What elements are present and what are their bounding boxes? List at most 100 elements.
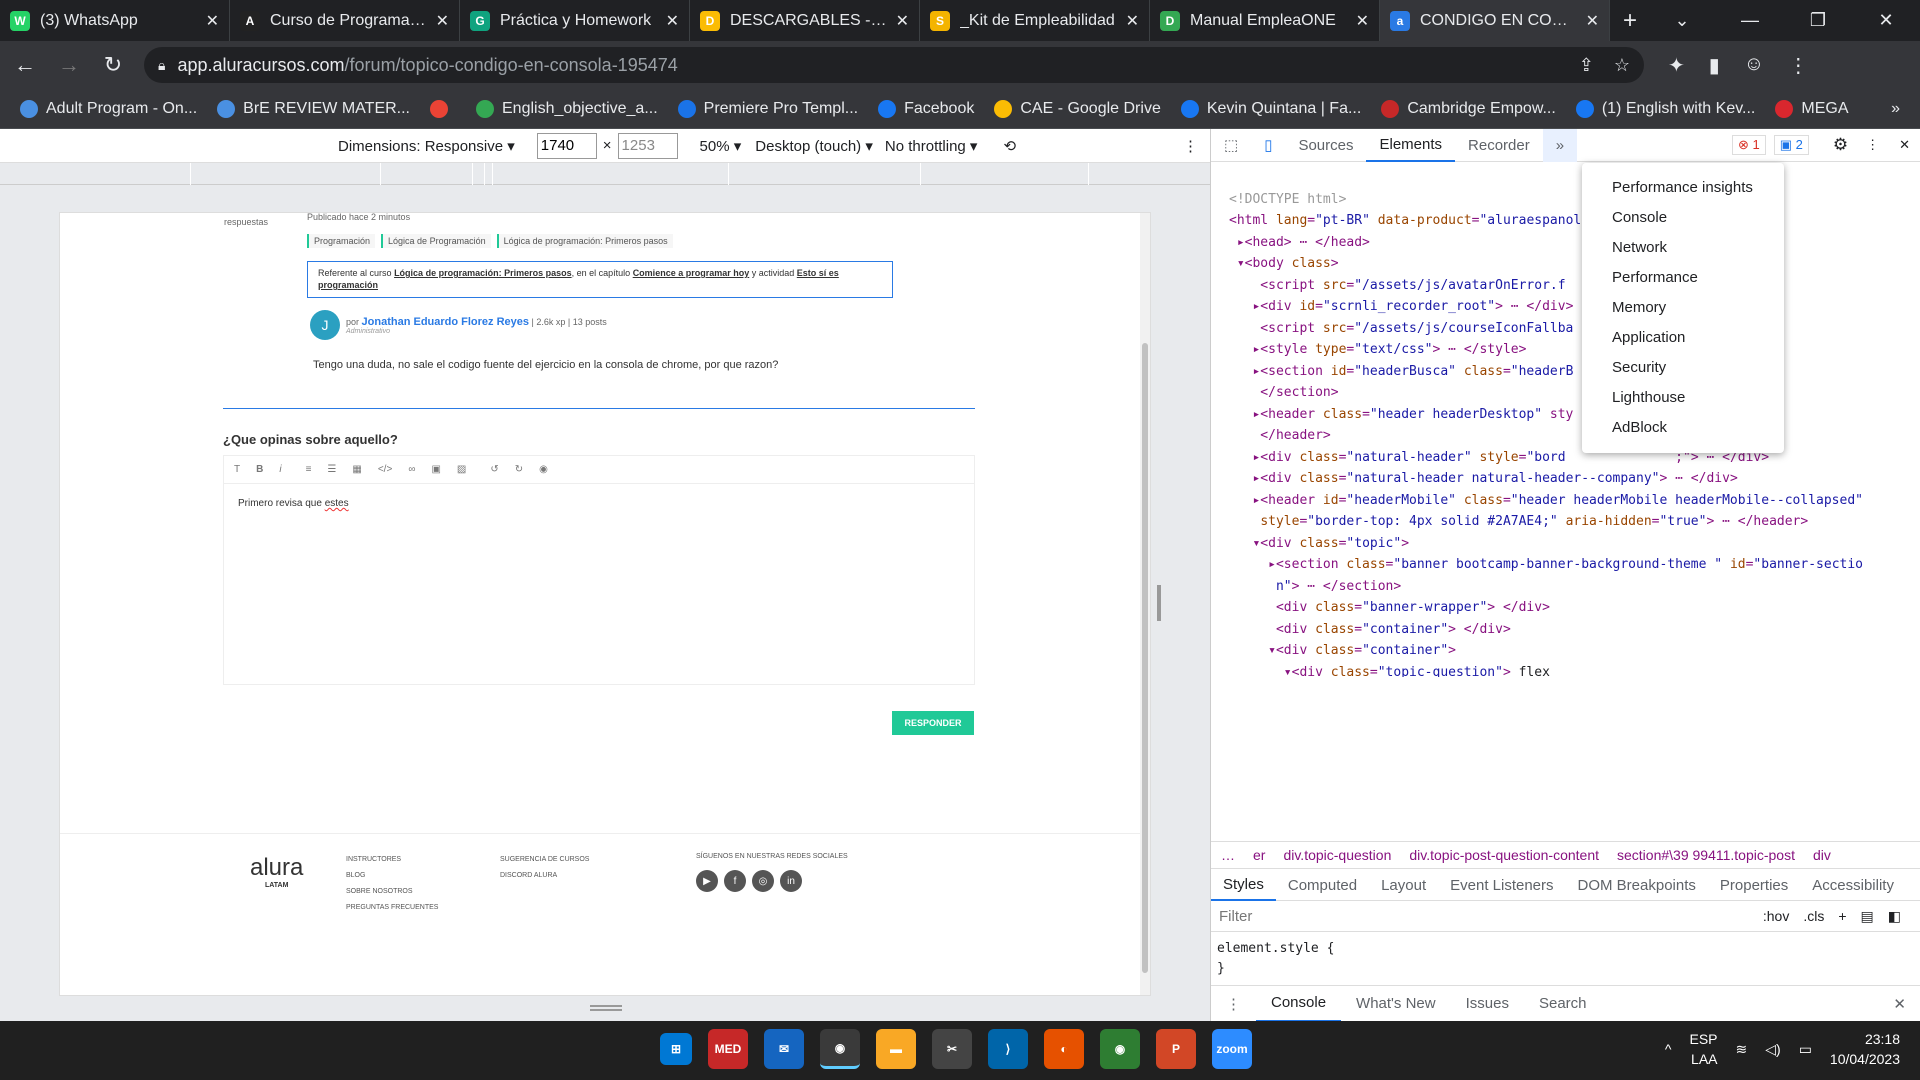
bookmark-item[interactable]: BrE REVIEW MATER... (217, 99, 410, 118)
facebook-icon[interactable]: f (724, 870, 746, 892)
bookmark-star-icon[interactable]: ☆ (1614, 55, 1630, 76)
styles-subtab[interactable]: Layout (1369, 871, 1438, 901)
side-panel-icon[interactable]: ▮ (1709, 53, 1720, 78)
dom-tree[interactable]: <!DOCTYPE html> <html lang="pt-BR" data-p… (1211, 167, 1911, 678)
styles-subtab[interactable]: DOM Breakpoints (1566, 871, 1708, 901)
drawer-tab[interactable]: Search (1524, 986, 1602, 1022)
snipping-icon[interactable]: ✂ (932, 1029, 972, 1069)
gallery-icon[interactable]: ▨ (457, 464, 466, 475)
menu-item[interactable]: Network (1582, 233, 1784, 263)
battery-icon[interactable]: ▭ (1799, 1041, 1812, 1058)
image-icon[interactable]: ▣ (431, 464, 440, 475)
table-icon[interactable]: ▦ (352, 464, 361, 475)
dimensions-select[interactable]: Dimensions: Responsive ▾ (338, 137, 515, 155)
bookmark-item[interactable]: Kevin Quintana | Fa... (1180, 99, 1361, 118)
tab-sources[interactable]: Sources (1285, 129, 1366, 162)
reload-icon[interactable]: ↻ (94, 46, 132, 84)
drawer-tab[interactable]: What's New (1341, 986, 1451, 1022)
more-tabs-icon[interactable]: » (1542, 128, 1578, 162)
browser-tab[interactable]: a CONDIGO EN CONSO ✕ (1380, 0, 1610, 41)
new-tab-button[interactable]: + (1610, 0, 1650, 41)
styles-subtab[interactable]: Event Listeners (1438, 871, 1565, 901)
footer-link[interactable]: DISCORD ALURA (500, 868, 589, 884)
close-tab-icon[interactable]: ✕ (436, 11, 449, 31)
author-name[interactable]: Jonathan Eduardo Florez Reyes (362, 316, 529, 328)
folder-icon[interactable]: ▬ (876, 1029, 916, 1069)
device-select[interactable]: Desktop (touch) ▾ (755, 137, 873, 155)
filter-input[interactable]: Filter (1219, 908, 1252, 925)
browser-tab[interactable]: S _Kit de Empleabilidad ✕ (920, 0, 1150, 41)
device-more-icon[interactable]: ⋮ (1183, 137, 1198, 155)
chevron-up-icon[interactable]: ^ (1665, 1041, 1672, 1057)
preview-eye-icon[interactable]: ◉ (539, 464, 548, 475)
heading-icon[interactable]: T (234, 464, 240, 475)
respond-button[interactable]: RESPONDER (892, 711, 974, 735)
breadcrumb-item[interactable]: section#\39 99411.topic-post (1617, 847, 1795, 863)
styles-subtab[interactable]: Properties (1708, 871, 1800, 901)
message-badge[interactable]: ▣ 2 (1773, 135, 1809, 155)
redo-icon[interactable]: ↻ (515, 464, 523, 475)
tab-search-icon[interactable]: ⌄ (1648, 0, 1716, 41)
firefox-icon[interactable]: ◐ (1044, 1029, 1084, 1069)
menu-icon[interactable]: ⋮ (1788, 53, 1808, 78)
close-tab-icon[interactable]: ✕ (1126, 11, 1139, 31)
zoom-select[interactable]: 50% ▾ (700, 137, 742, 155)
link-icon[interactable]: ∞ (408, 464, 415, 475)
wifi-icon[interactable]: ≋ (1736, 1041, 1748, 1058)
resize-handle-right[interactable] (1157, 585, 1161, 621)
volume-icon[interactable]: ◁) (1765, 1041, 1780, 1058)
throttle-select[interactable]: No throttling ▾ (885, 137, 978, 155)
tab-recorder[interactable]: Recorder (1455, 129, 1543, 162)
browser-tab[interactable]: W (3) WhatsApp ✕ (0, 0, 230, 41)
breadcrumb-item[interactable]: div.topic-post-question-content (1409, 847, 1599, 863)
footer-link[interactable]: BLOG (346, 868, 438, 884)
linkedin-icon[interactable]: in (780, 870, 802, 892)
rotate-icon[interactable]: ⟲ (1003, 137, 1016, 155)
breadcrumb-item[interactable]: er (1253, 847, 1265, 863)
bookmark-item[interactable]: Facebook (878, 99, 974, 118)
minimize-icon[interactable]: — (1716, 0, 1784, 41)
browser-tab[interactable]: D Manual EmpleaONE ✕ (1150, 0, 1380, 41)
resize-handle-bottom[interactable] (590, 1005, 622, 1011)
editor-content[interactable]: Primero revisa que estes (224, 484, 974, 523)
drawer-tab[interactable]: Console (1256, 986, 1342, 1022)
unordered-list-icon[interactable]: ≡ (306, 464, 312, 475)
bold-icon[interactable]: B (256, 464, 263, 475)
ordered-list-icon[interactable]: ☰ (327, 464, 336, 475)
drawer-tab[interactable]: Issues (1451, 986, 1524, 1022)
devtools-menu-icon[interactable]: ⋮ (1866, 137, 1879, 153)
menu-item[interactable]: Lighthouse (1582, 383, 1784, 413)
powerpoint-icon[interactable]: P (1156, 1029, 1196, 1069)
tag-chip[interactable]: Lógica de programación: Primeros pasos (496, 234, 673, 248)
breadcrumb-item[interactable]: div (1813, 847, 1831, 863)
cls-toggle[interactable]: .cls (1803, 908, 1824, 925)
styles-subtab[interactable]: Accessibility (1800, 871, 1906, 901)
close-devtools-icon[interactable]: ✕ (1899, 137, 1910, 153)
bookmark-item[interactable]: Premiere Pro Templ... (677, 99, 858, 118)
menu-item[interactable]: Performance (1582, 263, 1784, 293)
chrome-icon-2[interactable]: ◉ (1100, 1029, 1140, 1069)
menu-item[interactable]: AdBlock (1582, 413, 1784, 443)
menu-item[interactable]: Performance insights (1582, 173, 1784, 203)
footer-link[interactable]: INSTRUCTORES (346, 852, 438, 868)
bookmark-item[interactable]: Adult Program - On... (20, 99, 197, 118)
bookmark-item[interactable]: CAE - Google Drive (994, 99, 1161, 118)
share-icon[interactable]: ⇪ (1579, 55, 1594, 76)
alura-logo[interactable]: alura LATAM (250, 854, 303, 889)
code-icon[interactable]: </> (378, 464, 392, 475)
italic-icon[interactable]: i (279, 464, 281, 475)
settings-gear-icon[interactable]: ⚙ (1833, 135, 1848, 155)
bookmark-item[interactable]: (1) English with Kev... (1575, 99, 1755, 118)
extensions-icon[interactable]: ✦ (1668, 53, 1685, 78)
profile-avatar[interactable]: ☺ (1744, 53, 1764, 78)
reply-editor[interactable]: T B i ≡ ☰ ▦ </> ∞ ▣ ▨ ↺ ↻ ◉ Primero revi… (223, 455, 975, 685)
avatar[interactable]: J (310, 310, 340, 340)
tag-chip[interactable]: Programación (307, 234, 376, 248)
mail-icon[interactable]: ✉ (764, 1029, 804, 1069)
paint-icon[interactable]: ▤ (1861, 908, 1874, 925)
tab-elements[interactable]: Elements (1366, 129, 1456, 162)
close-tab-icon[interactable]: ✕ (666, 11, 679, 31)
menu-item[interactable]: Console (1582, 203, 1784, 233)
drawer-menu-icon[interactable]: ⋮ (1211, 986, 1256, 1022)
tag-chip[interactable]: Lógica de Programación (381, 234, 491, 248)
